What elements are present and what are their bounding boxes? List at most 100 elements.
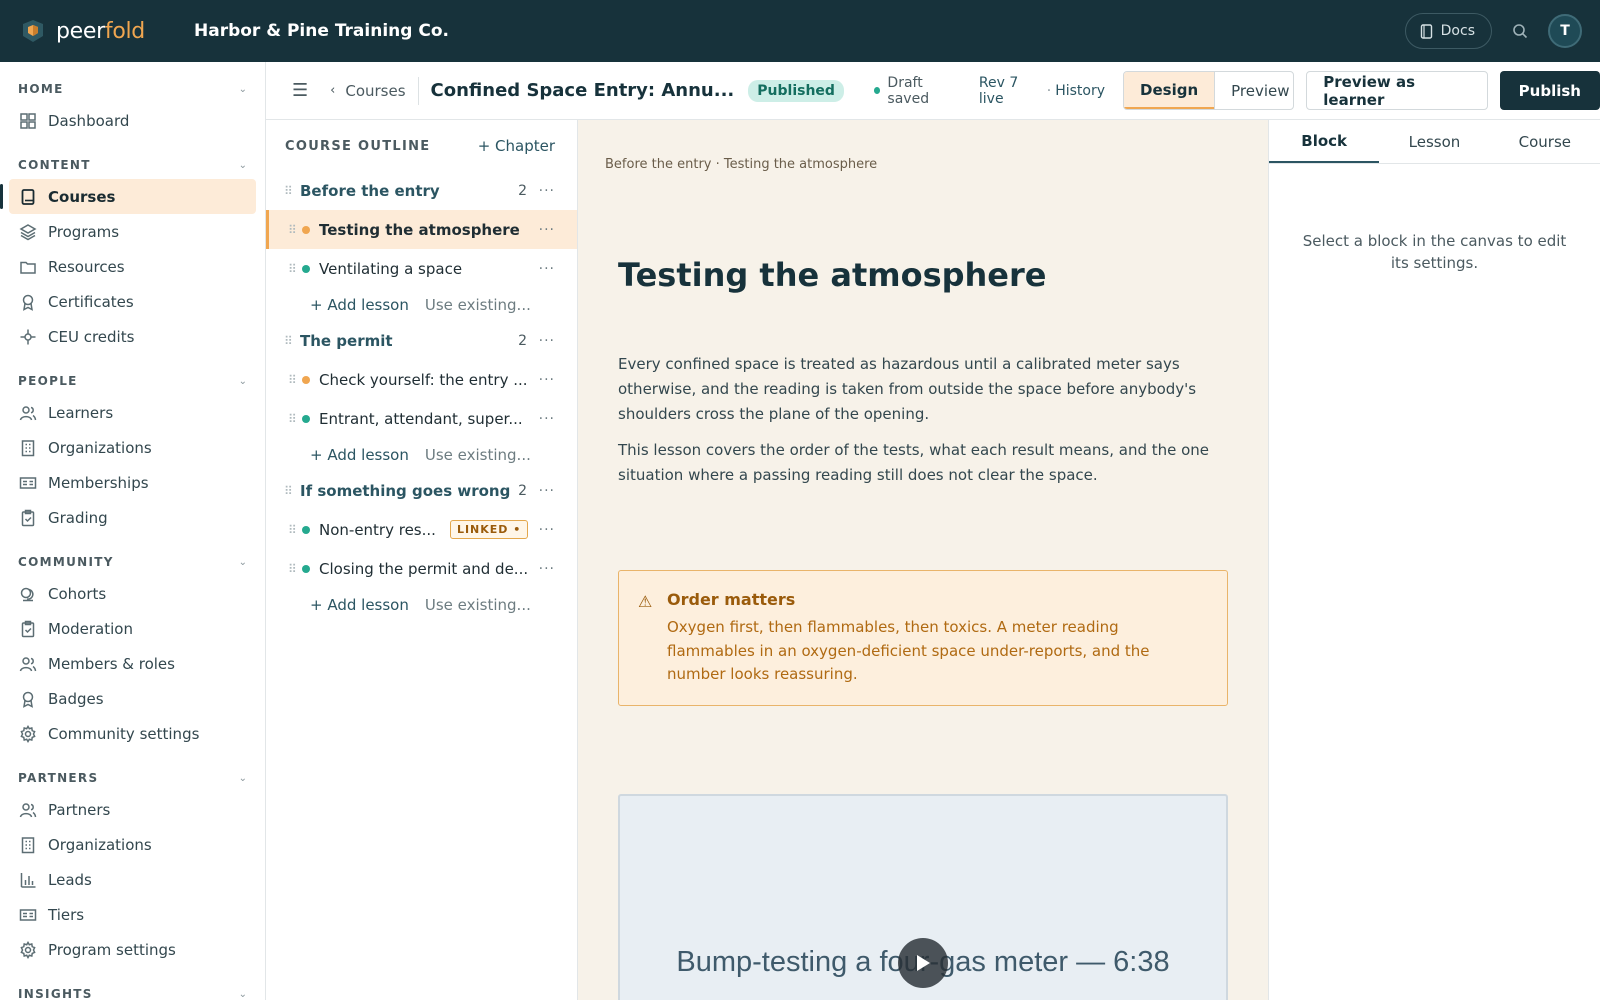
drag-handle-icon[interactable]: ⠿ (288, 562, 302, 576)
sidebar-item-tiers[interactable]: Tiers (9, 897, 256, 932)
more-options-icon[interactable]: ··· (539, 261, 555, 277)
save-status-text: Draft saved (887, 74, 930, 107)
sidebar-item-community-settings[interactable]: Community settings (9, 716, 256, 751)
chapter-title: If something goes wrong (300, 482, 511, 500)
left-sidebar: HOME ⌄ Dashboard CONTENT ⌄ Courses Progr… (0, 62, 266, 1000)
outline-chapter[interactable]: ⠿ If something goes wrong 2 ··· (266, 472, 577, 510)
nav-section-people[interactable]: PEOPLE ⌄ (0, 370, 265, 392)
user-avatar[interactable]: T (1548, 14, 1582, 48)
sidebar-item-moderation[interactable]: Moderation (9, 611, 256, 646)
nav-section-label: HOME (18, 82, 64, 96)
sidebar-item-certificates[interactable]: Certificates (9, 284, 256, 319)
nav-section-community[interactable]: COMMUNITY ⌄ (0, 551, 265, 573)
users-icon (19, 655, 37, 673)
sidebar-item-cohorts[interactable]: Cohorts (9, 576, 256, 611)
more-options-icon[interactable]: ··· (539, 561, 555, 577)
drag-handle-icon[interactable]: ⠿ (288, 373, 302, 387)
use-existing-button[interactable]: Use existing... (425, 296, 531, 314)
nav-section-insights[interactable]: INSIGHTS ⌄ (0, 983, 265, 1000)
outline-lesson[interactable]: ⠿ Non-entry res... LINKED • ··· (266, 510, 577, 549)
sidebar-item-ceu-credits[interactable]: CEU credits (9, 319, 256, 354)
callout-body: Oxygen first, then flammables, then toxi… (667, 618, 1150, 683)
outline-chapter[interactable]: ⠿ The permit 2 ··· (266, 322, 577, 360)
publish-button[interactable]: Publish (1499, 71, 1600, 110)
drag-handle-icon[interactable]: ⠿ (284, 184, 300, 198)
play-icon[interactable] (898, 938, 948, 988)
building-icon (19, 439, 37, 457)
outline-lesson[interactable]: ⠿ Ventilating a space ··· (266, 249, 577, 288)
sidebar-item-courses[interactable]: Courses (0, 179, 256, 214)
editor-header: ☰ ‹ Courses Confined Space Entry: Annu..… (266, 62, 1600, 120)
sidebar-item-organizations[interactable]: Organizations (9, 827, 256, 862)
add-lesson-button[interactable]: + Add lesson (310, 446, 409, 464)
sidebar-item-partners[interactable]: Partners (9, 792, 256, 827)
sidebar-item-label: Members & roles (48, 654, 175, 673)
nav-section-partners[interactable]: PARTNERS ⌄ (0, 767, 265, 789)
lesson-name: Testing the atmosphere (319, 220, 520, 239)
building-icon (19, 836, 37, 854)
more-options-icon[interactable]: ··· (539, 411, 555, 427)
tab-lesson[interactable]: Lesson (1379, 120, 1489, 163)
outline-lesson[interactable]: ⠿ Testing the atmosphere ··· (266, 210, 577, 249)
revision-link[interactable]: Rev 7 live (979, 75, 1043, 107)
sidebar-item-resources[interactable]: Resources (9, 249, 256, 284)
drag-handle-icon[interactable]: ⠿ (284, 484, 300, 498)
drag-handle-icon[interactable]: ⠿ (288, 412, 302, 426)
more-options-icon[interactable]: ··· (539, 183, 555, 199)
sidebar-item-dashboard[interactable]: Dashboard (9, 103, 256, 138)
use-existing-button[interactable]: Use existing... (425, 446, 531, 464)
search-icon[interactable] (1512, 23, 1528, 39)
more-options-icon[interactable]: ··· (539, 483, 555, 499)
outline-lesson[interactable]: ⠿ Closing the permit and de... ··· (266, 549, 577, 588)
sidebar-item-leads[interactable]: Leads (9, 862, 256, 897)
tab-course[interactable]: Course (1490, 120, 1600, 163)
lesson-title-block[interactable]: Testing the atmosphere (618, 256, 1046, 294)
outline-tree: ⠿ Before the entry 2 ··· ⠿ Testing the a… (266, 172, 577, 622)
sidebar-item-organizations[interactable]: Organizations (9, 430, 256, 465)
more-options-icon[interactable]: ··· (539, 222, 555, 238)
video-block[interactable]: Bump-testing a four-gas meter — 6:38 (618, 794, 1228, 1000)
nav-section-content[interactable]: CONTENT ⌄ (0, 154, 265, 176)
history-link[interactable]: History (1055, 83, 1105, 99)
add-lesson-button[interactable]: + Add lesson (310, 296, 409, 314)
chapter-lesson-count: 2 (518, 483, 527, 499)
org-name: Harbor & Pine Training Co. (194, 21, 449, 41)
drag-handle-icon[interactable]: ⠿ (288, 262, 302, 276)
sidebar-item-memberships[interactable]: Memberships (9, 465, 256, 500)
paragraph-block[interactable]: Every confined space is treated as hazar… (618, 352, 1238, 427)
back-to-courses[interactable]: ‹ Courses (330, 76, 419, 105)
add-lesson-button[interactable]: + Add lesson (310, 596, 409, 614)
sidebar-item-badges[interactable]: Badges (9, 681, 256, 716)
lesson-name: Non-entry res... (319, 520, 436, 539)
drag-handle-icon[interactable]: ⠿ (284, 334, 300, 348)
inspector-tabs: Block Lesson Course (1269, 120, 1600, 164)
sidebar-item-members-and-roles[interactable]: Members & roles (9, 646, 256, 681)
menu-toggle-icon[interactable]: ☰ (292, 80, 308, 101)
more-options-icon[interactable]: ··· (539, 522, 555, 538)
drag-handle-icon[interactable]: ⠿ (288, 523, 302, 537)
docs-button[interactable]: Docs (1404, 13, 1492, 49)
clipboard-check-icon (19, 620, 37, 638)
more-options-icon[interactable]: ··· (539, 333, 555, 349)
brand-logo[interactable]: peerfold (20, 18, 170, 44)
paragraph-block[interactable]: This lesson covers the order of the test… (618, 438, 1238, 488)
design-tab[interactable]: Design (1124, 72, 1215, 109)
sidebar-item-grading[interactable]: Grading (9, 500, 256, 535)
callout-block[interactable]: ⚠ Order matters Oxygen first, then flamm… (618, 570, 1228, 706)
sidebar-item-programs[interactable]: Programs (9, 214, 256, 249)
outline-lesson[interactable]: ⠿ Check yourself: the entry ... ··· (266, 360, 577, 399)
users-icon (19, 404, 37, 422)
nav-section-home[interactable]: HOME ⌄ (0, 78, 265, 100)
preview-tab[interactable]: Preview (1214, 72, 1293, 109)
more-options-icon[interactable]: ··· (539, 372, 555, 388)
tab-block[interactable]: Block (1269, 120, 1380, 163)
preview-as-learner-button[interactable]: Preview as learner (1306, 71, 1488, 110)
add-chapter-button[interactable]: + Chapter (478, 137, 555, 155)
outline-lesson[interactable]: ⠿ Entrant, attendant, super... ··· (266, 399, 577, 438)
drag-handle-icon[interactable]: ⠿ (288, 223, 302, 237)
sidebar-item-program-settings[interactable]: Program settings (9, 932, 256, 967)
outline-chapter[interactable]: ⠿ Before the entry 2 ··· (266, 172, 577, 210)
sidebar-item-learners[interactable]: Learners (9, 395, 256, 430)
use-existing-button[interactable]: Use existing... (425, 596, 531, 614)
course-title[interactable]: Confined Space Entry: Annu... (431, 80, 735, 101)
